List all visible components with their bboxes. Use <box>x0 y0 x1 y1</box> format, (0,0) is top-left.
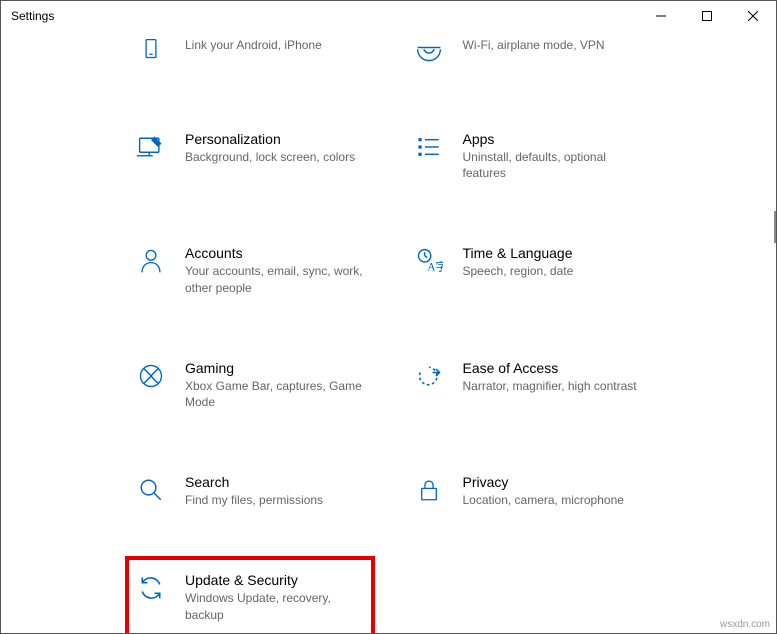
settings-item-label: Gaming <box>185 360 365 376</box>
ease-of-access-icon <box>413 360 445 392</box>
settings-item-accounts[interactable]: Accounts Your accounts, email, sync, wor… <box>131 241 369 299</box>
settings-item-ease-of-access[interactable]: Ease of Access Narrator, magnifier, high… <box>409 356 647 414</box>
window-controls <box>638 1 776 30</box>
close-button[interactable] <box>730 1 776 30</box>
settings-item-desc: Wi-Fi, airplane mode, VPN <box>463 37 605 53</box>
maximize-button[interactable] <box>684 1 730 30</box>
svg-text:A字: A字 <box>427 260 443 274</box>
search-icon <box>135 474 167 506</box>
xbox-icon <box>135 360 167 392</box>
minimize-button[interactable] <box>638 1 684 30</box>
settings-item-label: Time & Language <box>463 245 574 261</box>
settings-item-desc: Location, camera, microphone <box>463 492 624 508</box>
settings-item-desc: Background, lock screen, colors <box>185 149 355 165</box>
settings-item-desc: Link your Android, iPhone <box>185 37 322 53</box>
settings-item-phone[interactable]: Link your Android, iPhone <box>131 31 369 71</box>
settings-item-time-language[interactable]: A字 Time & Language Speech, region, date <box>409 241 647 299</box>
settings-grid: Link your Android, iPhone Wi-Fi, airplan… <box>131 31 646 633</box>
settings-item-label: Privacy <box>463 474 624 490</box>
settings-item-desc: Uninstall, defaults, optional features <box>463 149 643 181</box>
settings-content: Link your Android, iPhone Wi-Fi, airplan… <box>1 31 776 633</box>
settings-item-network[interactable]: Wi-Fi, airplane mode, VPN <box>409 31 647 71</box>
settings-item-label: Search <box>185 474 323 490</box>
settings-item-desc: Narrator, magnifier, high contrast <box>463 378 637 394</box>
window-title: Settings <box>11 9 54 23</box>
settings-item-desc: Windows Update, recovery, backup <box>185 590 365 622</box>
settings-item-label: Ease of Access <box>463 360 637 376</box>
settings-item-desc: Speech, region, date <box>463 263 574 279</box>
settings-item-personalization[interactable]: Personalization Background, lock screen,… <box>131 127 369 185</box>
globe-icon <box>413 35 445 67</box>
scrollbar[interactable] <box>774 211 776 243</box>
apps-icon <box>413 131 445 163</box>
sync-icon <box>135 572 167 604</box>
settings-item-label: Apps <box>463 131 643 147</box>
person-icon <box>135 245 167 277</box>
settings-item-label: Accounts <box>185 245 365 261</box>
time-language-icon: A字 <box>413 245 445 277</box>
settings-item-label: Update & Security <box>185 572 365 588</box>
settings-item-gaming[interactable]: Gaming Xbox Game Bar, captures, Game Mod… <box>131 356 369 414</box>
phone-icon <box>135 35 167 67</box>
settings-item-apps[interactable]: Apps Uninstall, defaults, optional featu… <box>409 127 647 185</box>
personalization-icon <box>135 131 167 163</box>
settings-item-label: Personalization <box>185 131 355 147</box>
settings-item-desc: Xbox Game Bar, captures, Game Mode <box>185 378 365 410</box>
titlebar: Settings <box>1 1 776 31</box>
watermark: wsxdn.com <box>720 619 770 630</box>
settings-item-privacy[interactable]: Privacy Location, camera, microphone <box>409 470 647 512</box>
settings-item-update-security[interactable]: Update & Security Windows Update, recove… <box>131 562 369 632</box>
lock-icon <box>413 474 445 506</box>
settings-item-search[interactable]: Search Find my files, permissions <box>131 470 369 512</box>
settings-item-desc: Your accounts, email, sync, work, other … <box>185 263 365 295</box>
settings-item-desc: Find my files, permissions <box>185 492 323 508</box>
